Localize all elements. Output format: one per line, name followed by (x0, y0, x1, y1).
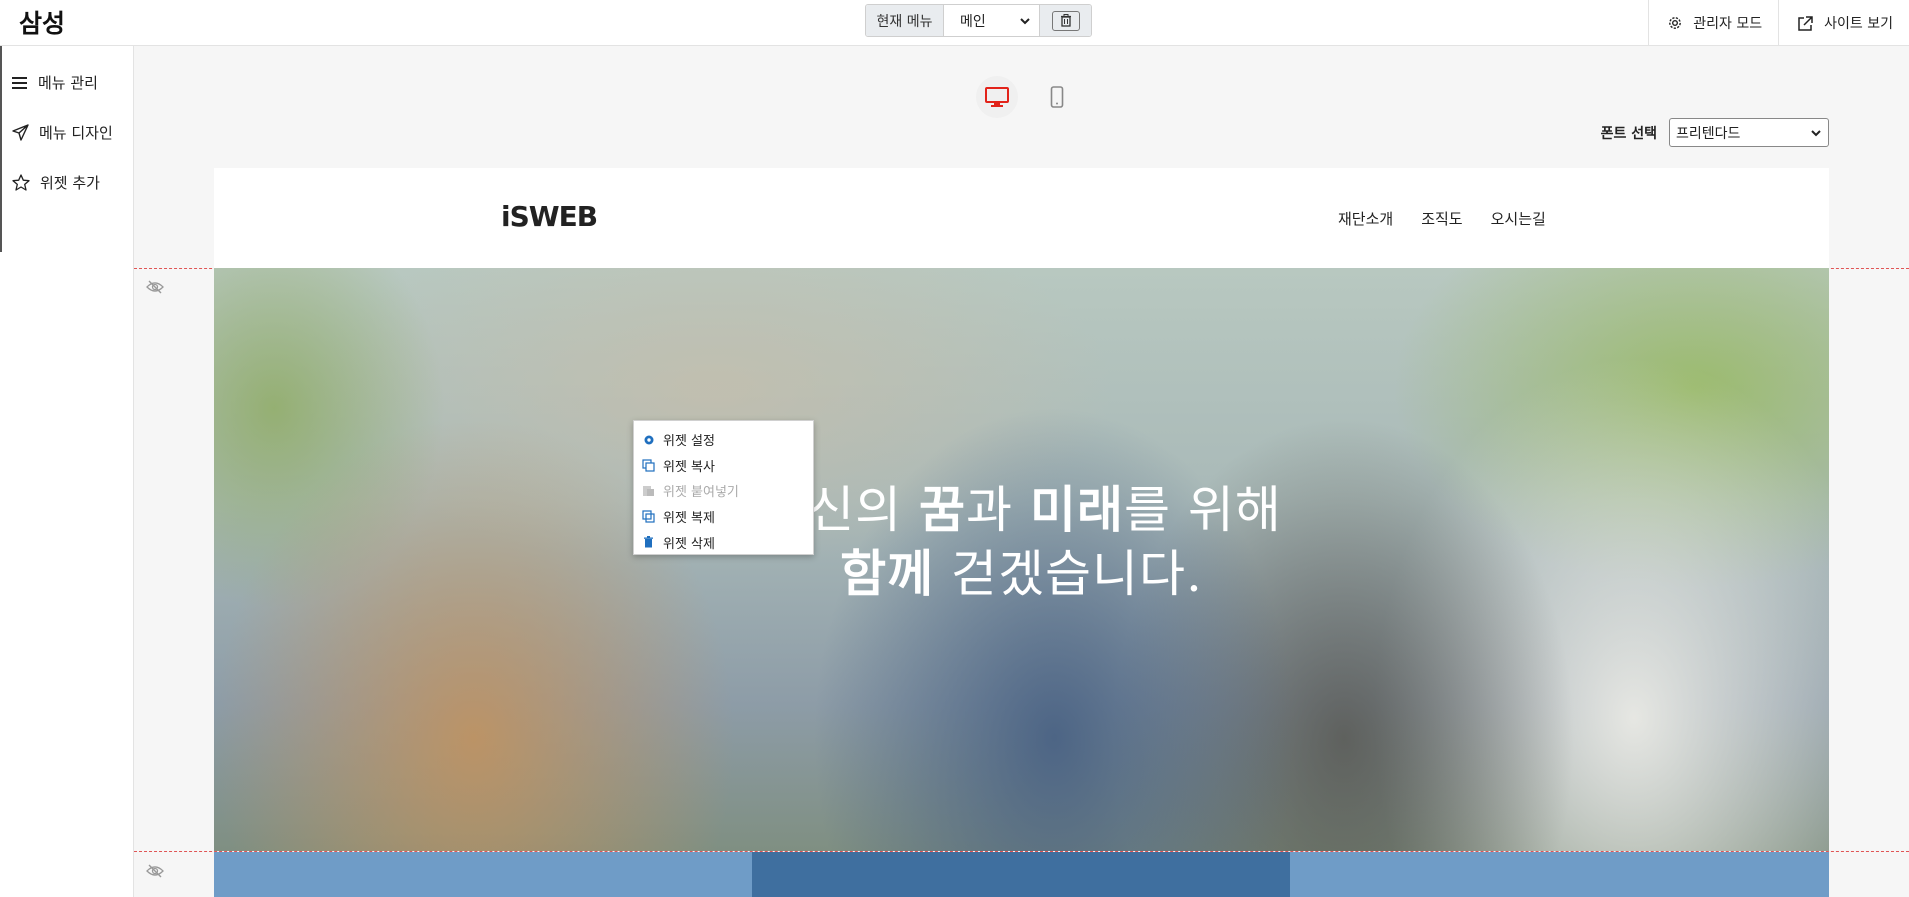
sidebar-item-label: 메뉴 관리 (38, 74, 98, 92)
delete-menu-button[interactable] (1039, 5, 1091, 36)
hero-text-bold: 꿈 (919, 480, 967, 539)
current-menu-label: 현재 메뉴 (866, 5, 944, 36)
mobile-icon (1050, 86, 1064, 108)
admin-mode-label: 관리자 모드 (1693, 16, 1763, 32)
next-widget-panel[interactable] (1290, 852, 1829, 897)
hero-text: 걷겠습니다. (934, 545, 1203, 603)
trash-icon (642, 536, 655, 549)
current-menu-value: 메인 (960, 13, 986, 30)
context-item-label: 위젯 복사 (663, 459, 715, 475)
paper-plane-icon (12, 124, 29, 141)
current-menu-selector: 현재 메뉴 메인 (865, 4, 1092, 37)
desktop-icon (985, 87, 1009, 107)
site-brand: 삼성 (19, 9, 66, 38)
desktop-view-button[interactable] (976, 76, 1018, 118)
nav-item[interactable]: 오시는길 (1491, 208, 1546, 229)
external-link-icon (1798, 15, 1813, 31)
preview-site-header[interactable]: iSWEB 재단소개 조직도 오시는길 (214, 168, 1829, 268)
font-selector-row: 폰트 선택 프리텐다드 (1601, 118, 1829, 147)
eye-slash-icon[interactable] (146, 863, 164, 879)
font-select[interactable]: 프리텐다드 (1669, 118, 1829, 147)
admin-mode-button[interactable]: 관리자 모드 (1648, 0, 1778, 46)
sidebar-item-label: 위젯 추가 (40, 174, 100, 192)
sidebar: 메뉴 관리 메뉴 디자인 위젯 추가 (0, 46, 134, 897)
context-item-widget-duplicate[interactable]: 위젯 복제 (634, 504, 813, 530)
sidebar-item-label: 메뉴 디자인 (39, 124, 113, 142)
logo-text: iSWEB (501, 200, 598, 233)
context-item-widget-paste: 위젯 붙여넣기 (634, 478, 813, 504)
top-right-actions: 관리자 모드 사이트 보기 (1648, 0, 1909, 46)
paste-icon (642, 484, 655, 497)
preview-nav: 재단소개 조직도 오시는길 (1338, 208, 1546, 229)
device-toggle (976, 76, 1078, 118)
nav-item[interactable]: 재단소개 (1338, 208, 1393, 229)
context-item-label: 위젯 삭제 (663, 536, 715, 552)
hero-headline-line2: 함께 걷겠습니다. (214, 534, 1829, 606)
font-select-label: 폰트 선택 (1600, 125, 1657, 142)
font-select-value: 프리텐다드 (1676, 125, 1741, 142)
copy-icon (642, 459, 655, 472)
site-logo: iSWEB (501, 200, 598, 233)
sidebar-accent (0, 46, 2, 252)
hamburger-icon (12, 76, 27, 89)
duplicate-icon (642, 510, 655, 523)
context-item-widget-copy[interactable]: 위젯 복사 (634, 453, 813, 479)
mobile-view-button[interactable] (1036, 76, 1078, 118)
next-widget-panel[interactable] (752, 852, 1290, 897)
hero-text: 과 (966, 481, 1030, 539)
chevron-down-icon (1020, 17, 1030, 24)
gear-icon (1669, 17, 1682, 29)
sidebar-item-menu-design[interactable]: 메뉴 디자인 (12, 122, 113, 143)
hero-text-bold: 미래 (1029, 480, 1124, 539)
view-site-label: 사이트 보기 (1824, 16, 1893, 32)
trash-icon (1051, 10, 1080, 31)
context-item-widget-settings[interactable]: 위젯 설정 (634, 427, 813, 453)
hero-headline-line1: 당신의 꿈과 미래를 위해 (214, 470, 1829, 542)
gear-icon (642, 433, 655, 446)
nav-item[interactable]: 조직도 (1421, 208, 1462, 229)
hero-banner-widget[interactable]: 당신의 꿈과 미래를 위해 함께 걷겠습니다. (214, 268, 1829, 851)
next-widget-panel[interactable] (214, 852, 752, 897)
star-icon (12, 174, 30, 191)
top-bar: 삼성 현재 메뉴 메인 관리자 모드 사이트 보기 (0, 0, 1909, 46)
view-site-button[interactable]: 사이트 보기 (1778, 0, 1909, 46)
chevron-down-icon (1811, 129, 1821, 136)
current-menu-select[interactable]: 메인 (944, 5, 1039, 36)
hero-text: 를 위해 (1123, 481, 1282, 539)
widget-context-menu: 위젯 설정 위젯 복사 위젯 붙여넣기 위젯 복제 위젯 삭제 (633, 420, 814, 555)
sidebar-item-widget-add[interactable]: 위젯 추가 (12, 172, 100, 193)
eye-slash-icon[interactable] (146, 279, 164, 295)
context-item-label: 위젯 복제 (663, 511, 715, 527)
context-item-widget-delete[interactable]: 위젯 삭제 (634, 529, 813, 555)
sidebar-item-menu-manage[interactable]: 메뉴 관리 (12, 72, 98, 93)
hero-text-bold: 함께 (840, 544, 935, 603)
context-item-label: 위젯 붙여넣기 (663, 485, 739, 501)
context-item-label: 위젯 설정 (663, 434, 715, 450)
